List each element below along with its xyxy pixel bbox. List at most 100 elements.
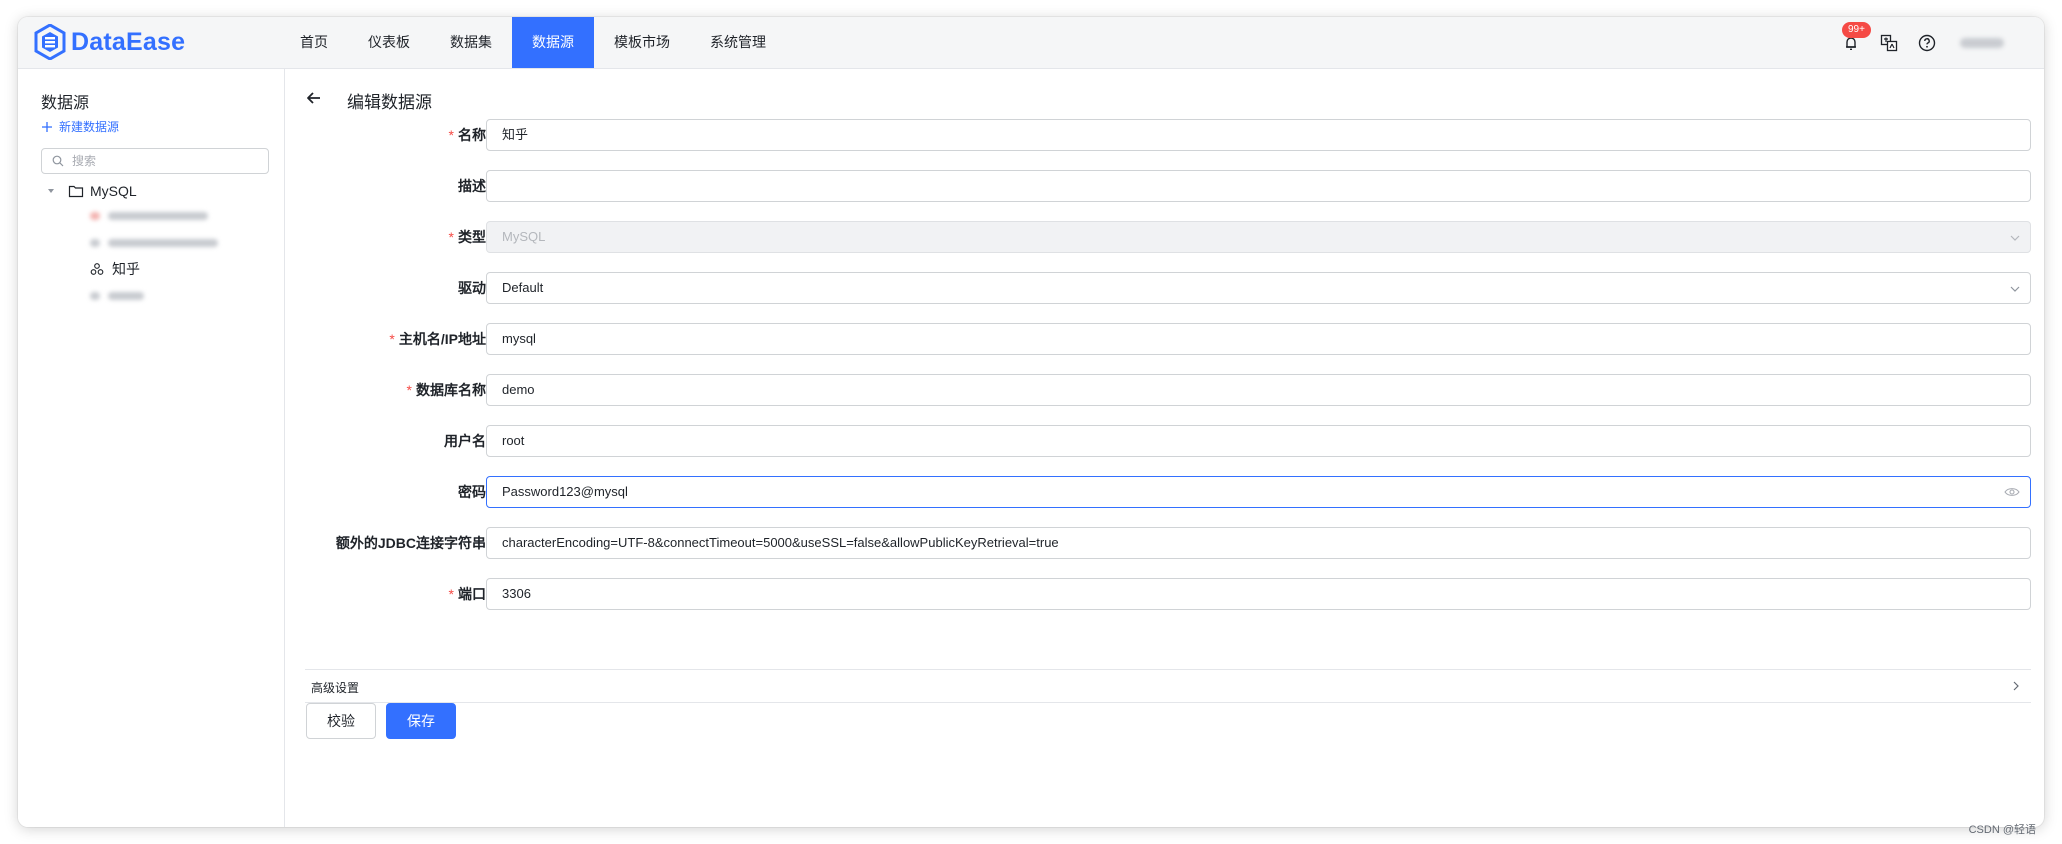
type-select[interactable]: MySQL: [486, 221, 2031, 253]
form-row-password: 密码 Password123@mysql: [305, 476, 2031, 508]
tree-item-hidden-1[interactable]: [90, 205, 208, 227]
password-label-text: 密码: [458, 484, 486, 500]
form-row-type: * 类型 MySQL: [305, 221, 2031, 253]
tree-item-zhihu[interactable]: 知乎: [90, 258, 140, 280]
notifications-button[interactable]: 99+: [1840, 21, 1871, 54]
nav-item-template-market[interactable]: 模板市场: [594, 17, 690, 68]
password-value: Password123@mysql: [502, 484, 628, 499]
database-input[interactable]: demo: [486, 374, 2031, 406]
top-navbar: DataEase 首页 仪表板 数据集 数据源 模板市场 系统管理 99+: [18, 17, 2044, 69]
required-mark: *: [448, 586, 454, 602]
blurred-icon: [90, 239, 100, 247]
notification-badge: 99+: [1842, 21, 1871, 38]
driver-select-value: Default: [502, 280, 544, 295]
host-label-text: 主机名/IP地址: [398, 331, 486, 347]
nav-item-datasource[interactable]: 数据源: [512, 17, 594, 68]
password-input[interactable]: Password123@mysql: [486, 476, 2031, 508]
blurred-icon: [90, 212, 100, 220]
required-mark: *: [448, 127, 454, 143]
chevron-down-icon: [2010, 235, 2020, 241]
username-label: 用户名: [444, 425, 486, 457]
database-label: * 数据库名称: [407, 374, 486, 406]
page-title: 编辑数据源: [347, 93, 432, 112]
verify-button[interactable]: 校验: [306, 703, 376, 739]
username-input[interactable]: root: [486, 425, 2031, 457]
jdbc-input[interactable]: characterEncoding=UTF-8&connectTimeout=5…: [486, 527, 2031, 559]
help-button[interactable]: [1916, 32, 1938, 54]
sidebar-search: [41, 148, 269, 174]
form-row-name: * 名称 知乎: [305, 119, 2031, 151]
description-label-text: 描述: [458, 178, 486, 194]
eye-icon[interactable]: [2004, 486, 2020, 498]
type-label: * 类型: [449, 221, 486, 253]
jdbc-label: 额外的JDBC连接字符串: [336, 527, 486, 559]
chevron-down-icon: [2010, 286, 2020, 292]
driver-label: 驱动: [458, 272, 486, 304]
nav-item-home[interactable]: 首页: [280, 17, 348, 68]
required-mark: *: [389, 331, 395, 347]
password-label: 密码: [458, 476, 486, 508]
name-label: * 名称: [449, 119, 486, 151]
save-button[interactable]: 保存: [386, 703, 456, 739]
driver-select[interactable]: Default: [486, 272, 2031, 304]
search-icon: [52, 155, 64, 167]
database-label-text: 数据库名称: [416, 382, 486, 398]
logo[interactable]: DataEase: [34, 23, 185, 61]
port-input[interactable]: 3306: [486, 578, 2031, 610]
language-button[interactable]: [1878, 32, 1900, 54]
form-row-host: * 主机名/IP地址 mysql: [305, 323, 2031, 355]
host-label: * 主机名/IP地址: [389, 323, 486, 355]
help-icon: [1918, 34, 1936, 51]
advanced-settings-toggle[interactable]: 高级设置: [305, 669, 2031, 703]
sidebar-title: 数据源: [41, 95, 90, 112]
form-row-driver: 驱动 Default: [305, 272, 2031, 304]
name-input[interactable]: 知乎: [486, 119, 2031, 151]
port-label-text: 端口: [458, 586, 486, 602]
form-row-username: 用户名 root: [305, 425, 2031, 457]
nav-item-system-admin[interactable]: 系统管理: [690, 17, 786, 68]
form-row-jdbc: 额外的JDBC连接字符串 characterEncoding=UTF-8&con…: [305, 527, 2031, 559]
caret-down-icon: [48, 189, 54, 193]
tree-folder-label: MySQL: [90, 183, 137, 199]
host-input[interactable]: mysql: [486, 323, 2031, 355]
nav-item-dataset[interactable]: 数据集: [430, 17, 512, 68]
tree-folder-mysql[interactable]: MySQL: [46, 180, 137, 202]
nav-item-dashboard[interactable]: 仪表板: [348, 17, 430, 68]
port-label: * 端口: [449, 578, 486, 610]
watermark: CSDN @轻语: [1968, 824, 2036, 836]
blurred-icon: [90, 292, 100, 300]
translate-icon: [1880, 34, 1898, 51]
blurred-label: [108, 212, 208, 220]
top-right-tools: 99+: [1840, 17, 2004, 68]
name-label-text: 名称: [458, 127, 486, 143]
tree-item-hidden-2[interactable]: [90, 232, 218, 254]
new-datasource-button[interactable]: 新建数据源: [41, 118, 119, 135]
app-window: DataEase 首页 仪表板 数据集 数据源 模板市场 系统管理 99+ 数据…: [18, 17, 2044, 827]
user-menu[interactable]: [1960, 37, 2004, 48]
type-select-value: MySQL: [502, 229, 546, 244]
form-row-description: 描述: [305, 170, 2031, 202]
plus-icon: [42, 121, 52, 132]
new-datasource-label: 新建数据源: [59, 120, 120, 134]
tree-item-hidden-3[interactable]: [90, 285, 144, 307]
form-row-database: * 数据库名称 demo: [305, 374, 2031, 406]
folder-icon: [68, 185, 84, 198]
main-nav: 首页 仪表板 数据集 数据源 模板市场 系统管理: [280, 17, 786, 68]
blurred-label: [108, 292, 144, 300]
blurred-label: [108, 239, 218, 247]
required-mark: *: [406, 382, 412, 398]
description-input[interactable]: [486, 170, 2031, 202]
required-mark: *: [448, 229, 454, 245]
chevron-right-icon: [2013, 681, 2019, 691]
jdbc-label-text: 额外的JDBC连接字符串: [335, 535, 486, 551]
datasource-sidebar: 数据源 新建数据源 MySQL: [18, 69, 285, 827]
username-label-text: 用户名: [444, 433, 486, 449]
description-label: 描述: [458, 170, 486, 202]
type-label-text: 类型: [458, 229, 486, 245]
logo-text: DataEase: [71, 27, 186, 56]
form-row-port: * 端口 3306: [305, 578, 2031, 610]
driver-label-text: 驱动: [458, 280, 486, 296]
search-input[interactable]: [70, 153, 254, 169]
back-arrow-icon[interactable]: [305, 89, 323, 107]
advanced-settings-label: 高级设置: [311, 681, 360, 695]
